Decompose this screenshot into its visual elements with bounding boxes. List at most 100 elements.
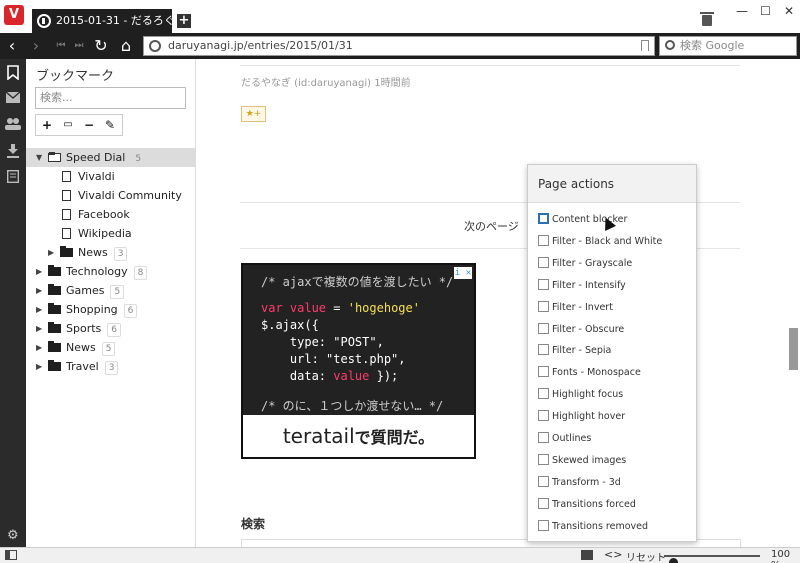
page-action-label: Transitions forced	[552, 498, 636, 510]
contacts-icon[interactable]	[5, 118, 21, 134]
next-page-link[interactable]: 次のページ	[464, 218, 519, 234]
page-action-checkbox[interactable]	[538, 453, 549, 465]
forward-button[interactable]: ›	[25, 35, 47, 57]
minimize-button[interactable]: —	[736, 4, 748, 18]
site-info-icon[interactable]	[149, 40, 161, 52]
panel-icon-strip	[0, 59, 26, 547]
notes-icon[interactable]	[5, 169, 21, 186]
download-icon[interactable]	[5, 144, 21, 160]
bookmark-tree-item[interactable]: Wikipedia	[26, 224, 196, 243]
bookmark-tree-item[interactable]: ▶ Travel 3	[26, 357, 196, 376]
zoom-slider[interactable]	[664, 555, 760, 563]
bookmark-label-text: Shopping	[66, 303, 118, 316]
bookmark-count-badge: 5	[131, 152, 146, 166]
add-folder-button[interactable]: ▭	[60, 117, 76, 133]
page-action-checkbox[interactable]	[538, 322, 549, 334]
bookmark-count-badge: 6	[107, 323, 121, 337]
add-star-button[interactable]: ★+	[241, 106, 266, 122]
bookmark-label-text: Technology	[66, 265, 128, 278]
page-action-checkbox[interactable]	[538, 432, 549, 443]
caret-right-icon[interactable]: ▶	[36, 319, 42, 338]
bookmark-panel-icon[interactable]	[5, 65, 21, 81]
delete-bookmark-button[interactable]: −	[81, 117, 97, 133]
caret-right-icon[interactable]: ▶	[36, 300, 42, 319]
close-button[interactable]: ✕	[784, 4, 794, 18]
page-action-checkbox[interactable]	[538, 410, 549, 422]
bookmark-label-text: Games	[66, 284, 105, 297]
ad-brand: teratail	[282, 424, 355, 448]
search-input[interactable]: 検索 Google	[659, 36, 797, 56]
fastforward-button[interactable]: ⏭	[68, 35, 90, 57]
page-action-label: Highlight hover	[552, 411, 626, 423]
back-button[interactable]: ‹	[1, 35, 23, 57]
reload-button[interactable]: ↻	[90, 35, 112, 57]
bookmark-tree-item[interactable]: Vivaldi	[26, 167, 196, 186]
home-button[interactable]: ⌂	[115, 35, 137, 57]
url-field[interactable]: daruyanagi.jp/entries/2015/01/31	[143, 36, 655, 56]
post-author: だるやなぎ (id:daruyanagi) 1時間前	[241, 78, 411, 89]
bookmark-page-icon[interactable]	[641, 40, 649, 51]
bookmark-tree-item[interactable]: ▶ Sports 6	[26, 319, 196, 338]
scrollbar-thumb[interactable]	[789, 328, 798, 370]
caret-right-icon[interactable]: ▶	[36, 281, 42, 300]
page-action-checkbox[interactable]	[538, 234, 549, 246]
bookmark-count-badge: 3	[113, 247, 128, 261]
maximize-button[interactable]: ☐	[760, 4, 771, 18]
page-action-checkbox[interactable]	[538, 344, 549, 356]
page-action-label: Highlight focus	[552, 389, 624, 401]
bookmark-tree-item[interactable]: ▶ Technology 8	[26, 262, 196, 281]
bookmark-tree-item[interactable]: ▶ News 3	[26, 243, 196, 262]
bookmark-label-text: Wikipedia	[78, 227, 132, 240]
zoom-reset-button[interactable]: リセット	[626, 549, 666, 563]
bookmark-label: Vivaldi	[78, 167, 115, 186]
page-actions-icon[interactable]: <>	[604, 548, 622, 561]
bookmark-tree-item[interactable]: Facebook	[26, 205, 196, 224]
status-bar: <> リセット 100 %	[0, 547, 800, 563]
zoom-slider-thumb[interactable]	[668, 558, 678, 563]
bookmark-tree-item[interactable]: ▼ Speed Dial 5	[26, 148, 196, 167]
image-toggle-icon[interactable]	[581, 550, 593, 560]
edit-bookmark-button[interactable]: ✎	[102, 117, 118, 133]
bookmark-label: Technology 8	[66, 262, 148, 281]
folder-icon	[48, 303, 61, 314]
page-action-checkbox[interactable]	[538, 256, 549, 268]
bookmark-tree-item[interactable]: ▶ Shopping 6	[26, 300, 196, 319]
bookmark-panel: ブックマーク 検索... + ▭ − ✎ ▼ Speed Dial 5 Vivaldi…	[26, 59, 196, 547]
ad-footer: teratailで質問だ。	[243, 415, 474, 457]
page-action-checkbox[interactable]	[538, 388, 549, 400]
advertisement-banner[interactable]: i ✕ /* ajaxで複数の値を渡したい */ var value = 'ho…	[241, 263, 476, 459]
page-action-checkbox[interactable]	[538, 475, 549, 487]
ad-info-icon[interactable]: i ✕	[454, 267, 472, 279]
page-action-checkbox[interactable]	[538, 366, 549, 378]
bookmark-search-input[interactable]: 検索...	[35, 87, 186, 109]
tab-active[interactable]: 2015-01-31 - だるろぐ	[32, 9, 172, 33]
bookmark-tree-item[interactable]: Vivaldi Community	[26, 186, 196, 205]
caret-right-icon[interactable]: ▶	[48, 243, 54, 262]
tab-title: 2015-01-31 - だるろぐ	[56, 14, 172, 27]
page-icon	[62, 171, 71, 182]
folder-icon	[48, 284, 61, 295]
mail-icon[interactable]	[5, 91, 21, 108]
caret-right-icon[interactable]: ▶	[36, 338, 42, 357]
search-heading: 検索	[241, 517, 266, 531]
panel-toggle-icon[interactable]	[5, 550, 17, 560]
page-action-checkbox[interactable]	[538, 213, 549, 224]
new-tab-button[interactable]: +	[177, 14, 191, 28]
page-action-checkbox[interactable]	[538, 278, 549, 290]
caret-down-icon[interactable]: ▼	[36, 148, 42, 167]
bookmark-label: Travel 3	[66, 357, 119, 376]
page-action-label: Filter - Invert	[552, 301, 613, 313]
caret-right-icon[interactable]: ▶	[36, 262, 42, 281]
bookmark-tree-item[interactable]: ▶ Games 5	[26, 281, 196, 300]
trash-icon[interactable]	[700, 12, 714, 26]
caret-right-icon[interactable]: ▶	[36, 357, 42, 376]
add-bookmark-button[interactable]: +	[39, 117, 55, 133]
settings-gear-icon[interactable]: ⚙	[7, 528, 19, 543]
page-action-checkbox[interactable]	[538, 497, 549, 509]
page-action-checkbox[interactable]	[538, 300, 549, 312]
vivaldi-logo-icon[interactable]: V	[4, 5, 24, 25]
bookmark-count-badge: 6	[123, 304, 138, 318]
scrollbar-track[interactable]	[785, 59, 800, 547]
bookmark-tree-item[interactable]: ▶ News 5	[26, 338, 196, 357]
page-action-checkbox[interactable]	[538, 519, 549, 531]
